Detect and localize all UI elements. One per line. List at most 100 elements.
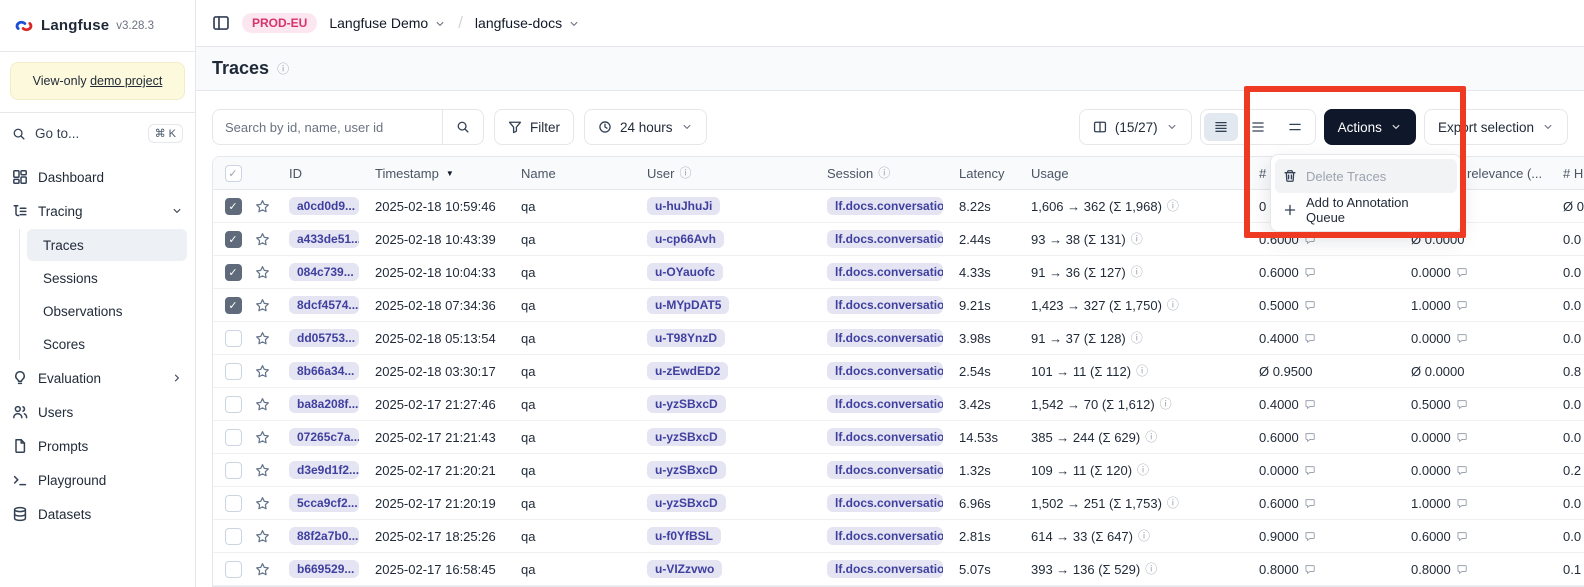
row-checkbox[interactable] — [225, 363, 242, 380]
demo-project-link[interactable]: demo project — [90, 74, 162, 88]
row-checkbox[interactable] — [225, 198, 242, 215]
session-badge[interactable]: lf.docs.conversation... — [827, 362, 943, 380]
row-checkbox[interactable] — [225, 297, 242, 314]
time-range-button[interactable]: 24 hours — [584, 109, 707, 145]
session-badge[interactable]: lf.docs.conversation... — [827, 296, 943, 314]
sidebar-item-traces[interactable]: Traces — [27, 229, 187, 261]
column-header-score3[interactable]: # H — [1555, 157, 1584, 189]
sidebar-item-datasets[interactable]: Datasets — [0, 497, 195, 531]
star-icon[interactable] — [255, 529, 270, 544]
row-checkbox[interactable] — [225, 330, 242, 347]
row-height-medium-button[interactable] — [1241, 113, 1275, 141]
search-button[interactable] — [442, 109, 484, 145]
column-header-timestamp[interactable]: Timestamp▼ — [367, 157, 513, 189]
user-badge[interactable]: u-cp66Avh — [647, 230, 724, 248]
row-checkbox[interactable] — [225, 231, 242, 248]
column-header-session[interactable]: Sessionⓘ — [819, 157, 951, 189]
table-row[interactable]: 5cca9cf2...2025-02-17 21:20:19qau-yzSBxc… — [213, 487, 1584, 520]
table-row[interactable]: 084c739...2025-02-18 10:04:33qau-OYauofc… — [213, 256, 1584, 289]
trace-id-badge[interactable]: 88f2a7b0... — [289, 527, 359, 545]
sidebar-item-tracing[interactable]: Tracing — [0, 194, 195, 228]
row-checkbox[interactable] — [225, 561, 242, 578]
row-checkbox[interactable] — [225, 429, 242, 446]
star-icon[interactable] — [255, 397, 270, 412]
session-badge[interactable]: lf.docs.conversation... — [827, 428, 943, 446]
user-badge[interactable]: u-huJhuJi — [647, 197, 720, 215]
star-icon[interactable] — [255, 496, 270, 511]
menu-item-add-to-annotation-queue[interactable]: Add to Annotation Queue — [1275, 193, 1457, 227]
menu-item-delete-traces[interactable]: Delete Traces — [1275, 159, 1457, 193]
row-checkbox[interactable] — [225, 462, 242, 479]
row-checkbox[interactable] — [225, 495, 242, 512]
trace-id-badge[interactable]: dd05753... — [289, 329, 359, 347]
user-badge[interactable]: u-zEwdED2 — [647, 362, 728, 380]
sidebar-item-sessions[interactable]: Sessions — [27, 262, 187, 294]
row-height-large-button[interactable] — [1278, 113, 1312, 141]
export-selection-button[interactable]: Export selection — [1424, 109, 1568, 145]
search-input[interactable] — [212, 109, 442, 145]
user-badge[interactable]: u-f0YfBSL — [647, 527, 721, 545]
user-badge[interactable]: u-yzSBxcD — [647, 461, 726, 479]
star-icon[interactable] — [255, 562, 270, 577]
table-row[interactable]: ba8a208f...2025-02-17 21:27:46qau-yzSBxc… — [213, 388, 1584, 421]
star-icon[interactable] — [255, 463, 270, 478]
user-badge[interactable]: u-yzSBxcD — [647, 395, 726, 413]
trace-id-badge[interactable]: 8b66a34... — [289, 362, 359, 380]
org-selector[interactable]: Langfuse Demo — [329, 15, 446, 31]
sidebar-item-users[interactable]: Users — [0, 395, 195, 429]
table-row[interactable]: 07265c7a...2025-02-17 21:21:43qau-yzSBxc… — [213, 421, 1584, 454]
user-badge[interactable]: u-yzSBxcD — [647, 428, 726, 446]
trace-id-badge[interactable]: 07265c7a... — [289, 428, 359, 446]
sidebar-item-dashboard[interactable]: Dashboard — [0, 160, 195, 194]
star-icon[interactable] — [255, 364, 270, 379]
sidebar-item-observations[interactable]: Observations — [27, 295, 187, 327]
table-row[interactable]: b669529...2025-02-17 16:58:45qau-VIZzvwo… — [213, 553, 1584, 586]
user-badge[interactable]: u-OYauofc — [647, 263, 723, 281]
session-badge[interactable]: lf.docs.conversation... — [827, 395, 943, 413]
filter-button[interactable]: Filter — [494, 109, 574, 145]
column-header-user[interactable]: Userⓘ — [639, 157, 819, 189]
trace-id-badge[interactable]: d3e9d1f2... — [289, 461, 359, 479]
session-badge[interactable]: lf.docs.conversation... — [827, 494, 943, 512]
sidebar-item-playground[interactable]: Playground — [0, 463, 195, 497]
panel-left-icon[interactable] — [212, 14, 230, 32]
row-height-small-button[interactable] — [1204, 113, 1238, 141]
table-row[interactable]: 8dcf4574...2025-02-18 07:34:36qau-MYpDAT… — [213, 289, 1584, 322]
trace-id-badge[interactable]: 8dcf4574... — [289, 296, 359, 314]
session-badge[interactable]: lf.docs.conversation... — [827, 230, 943, 248]
session-badge[interactable]: lf.docs.conversation... — [827, 527, 943, 545]
trace-id-badge[interactable]: a433de51... — [289, 230, 359, 248]
trace-id-badge[interactable]: ba8a208f... — [289, 395, 359, 413]
table-row[interactable]: dd05753...2025-02-18 05:13:54qau-T98YnzD… — [213, 322, 1584, 355]
column-header-usage[interactable]: Usage — [1023, 157, 1251, 189]
trace-id-badge[interactable]: b669529... — [289, 560, 359, 578]
sidebar-item-prompts[interactable]: Prompts — [0, 429, 195, 463]
goto-search[interactable]: Go to... ⌘ K — [0, 112, 195, 154]
table-row[interactable]: 88f2a7b0...2025-02-17 18:25:26qau-f0YfBS… — [213, 520, 1584, 553]
trace-id-badge[interactable]: 5cca9cf2... — [289, 494, 359, 512]
session-badge[interactable]: lf.docs.conversation... — [827, 329, 943, 347]
column-header-name[interactable]: Name — [513, 157, 639, 189]
star-icon[interactable] — [255, 430, 270, 445]
session-badge[interactable]: lf.docs.conversation... — [827, 197, 943, 215]
user-badge[interactable]: u-yzSBxcD — [647, 494, 726, 512]
row-checkbox[interactable] — [225, 396, 242, 413]
star-icon[interactable] — [255, 265, 270, 280]
actions-button[interactable]: Actions — [1324, 109, 1416, 145]
table-row[interactable]: d3e9d1f2...2025-02-17 21:20:21qau-yzSBxc… — [213, 454, 1584, 487]
select-all-checkbox[interactable] — [225, 165, 242, 182]
trace-id-badge[interactable]: 084c739... — [289, 263, 359, 281]
star-icon[interactable] — [255, 199, 270, 214]
sidebar-item-scores[interactable]: Scores — [27, 328, 187, 360]
column-header-id[interactable]: ID — [281, 157, 367, 189]
row-checkbox[interactable] — [225, 528, 242, 545]
user-badge[interactable]: u-MYpDAT5 — [647, 296, 729, 314]
column-visibility-button[interactable]: (15/27) — [1079, 109, 1192, 145]
star-icon[interactable] — [255, 331, 270, 346]
user-badge[interactable]: u-VIZzvwo — [647, 560, 722, 578]
sort-desc-icon[interactable]: ▼ — [446, 169, 454, 178]
session-badge[interactable]: lf.docs.conversation... — [827, 263, 943, 281]
table-row[interactable]: 8b66a34...2025-02-18 03:30:17qau-zEwdED2… — [213, 355, 1584, 388]
row-checkbox[interactable] — [225, 264, 242, 281]
sidebar-item-evaluation[interactable]: Evaluation — [0, 361, 195, 395]
